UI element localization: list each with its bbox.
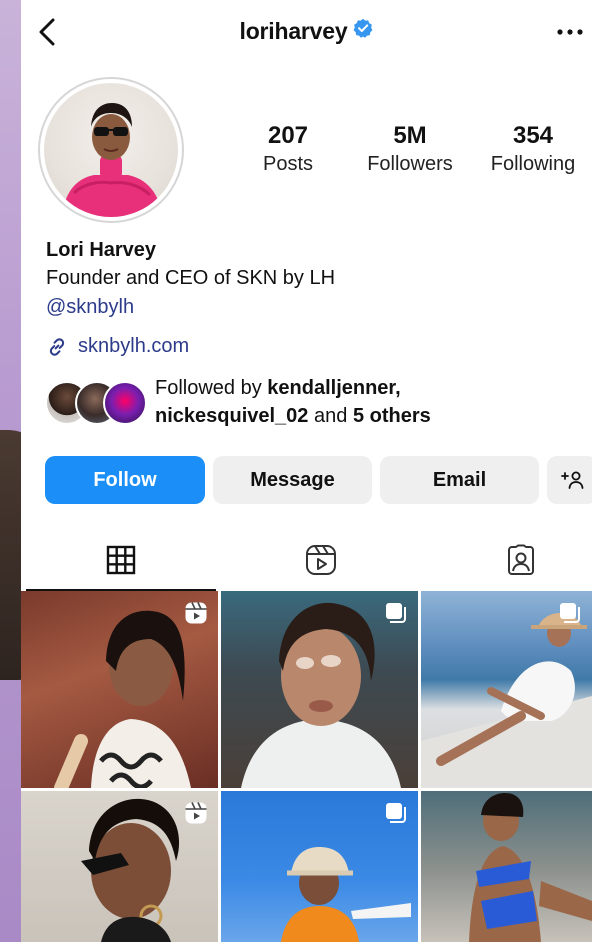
follow-button[interactable]: Follow xyxy=(45,456,205,504)
posts-label: Posts xyxy=(262,153,314,175)
profile-avatar[interactable] xyxy=(38,77,184,223)
suggested-users-button[interactable] xyxy=(547,456,592,504)
email-button[interactable]: Email xyxy=(380,456,539,504)
followed-by-text: Followed by kendalljenner, nickesquivel_… xyxy=(155,374,431,430)
post-thumbnail[interactable] xyxy=(21,791,218,942)
followers-count: 5M xyxy=(393,122,427,149)
stat-following[interactable]: 354 Following xyxy=(478,122,588,178)
post-thumbnail[interactable] xyxy=(221,791,418,942)
website-text: sknbylh.com xyxy=(78,335,190,357)
profile-username: loriharvey xyxy=(21,18,592,46)
display-name: Lori Harvey xyxy=(46,239,157,261)
link-icon xyxy=(49,337,65,356)
avatar-photo xyxy=(44,83,178,217)
profile-actions: Follow Message Email xyxy=(45,456,592,504)
mutual-user-1[interactable]: kendalljenner xyxy=(267,377,395,399)
followed-by[interactable]: Followed by kendalljenner, nickesquivel_… xyxy=(45,374,431,430)
profile-screen: loriharvey 207 Posts 5M Followers 354 Fo… xyxy=(21,0,592,942)
ellipsis-icon xyxy=(557,29,583,35)
tab-tagged[interactable] xyxy=(426,530,592,590)
more-options-button[interactable] xyxy=(550,14,590,50)
profile-tabs xyxy=(21,530,592,591)
mutual-separator: , xyxy=(395,377,401,399)
verified-badge-icon xyxy=(353,17,373,44)
mutual-avatars xyxy=(45,377,147,427)
following-count: 354 xyxy=(512,122,554,149)
mutual-user-2[interactable]: nickesquivel_02 xyxy=(155,405,308,427)
carousel-icon xyxy=(386,603,406,623)
mutual-avatar xyxy=(103,381,147,425)
reel-icon xyxy=(185,802,207,824)
tab-posts-grid[interactable] xyxy=(26,530,216,591)
followed-and: and xyxy=(314,405,348,427)
add-person-icon xyxy=(561,471,584,489)
stat-posts[interactable]: 207 Posts xyxy=(233,122,343,178)
reels-icon xyxy=(306,545,336,575)
mutual-others[interactable]: 5 others xyxy=(353,405,431,427)
tab-reels[interactable] xyxy=(226,530,416,590)
posts-count: 207 xyxy=(267,122,309,149)
stat-followers[interactable]: 5M Followers xyxy=(355,122,465,178)
post-thumbnail[interactable] xyxy=(221,591,418,788)
bio-mention-link[interactable]: @sknbylh xyxy=(46,293,576,321)
top-bar: loriharvey xyxy=(21,0,592,64)
followed-prefix: Followed by xyxy=(155,377,262,399)
post-thumbnail[interactable] xyxy=(421,591,592,788)
grid-icon xyxy=(106,545,136,575)
post-thumbnail[interactable] xyxy=(21,591,218,788)
carousel-icon xyxy=(386,803,406,823)
following-label: Following xyxy=(490,153,576,175)
message-button[interactable]: Message xyxy=(213,456,372,504)
posts-grid xyxy=(21,591,592,942)
username-text: loriharvey xyxy=(239,18,348,44)
bio-description: Founder and CEO of SKN by LH xyxy=(46,267,336,289)
carousel-icon xyxy=(560,603,580,623)
tagged-icon xyxy=(508,544,534,575)
post-thumbnail[interactable] xyxy=(421,791,592,942)
website-link[interactable]: sknbylh.com xyxy=(46,335,189,358)
followers-label: Followers xyxy=(367,153,453,175)
profile-bio: Lori Harvey Founder and CEO of SKN by LH… xyxy=(46,237,576,321)
reel-icon xyxy=(185,602,207,624)
